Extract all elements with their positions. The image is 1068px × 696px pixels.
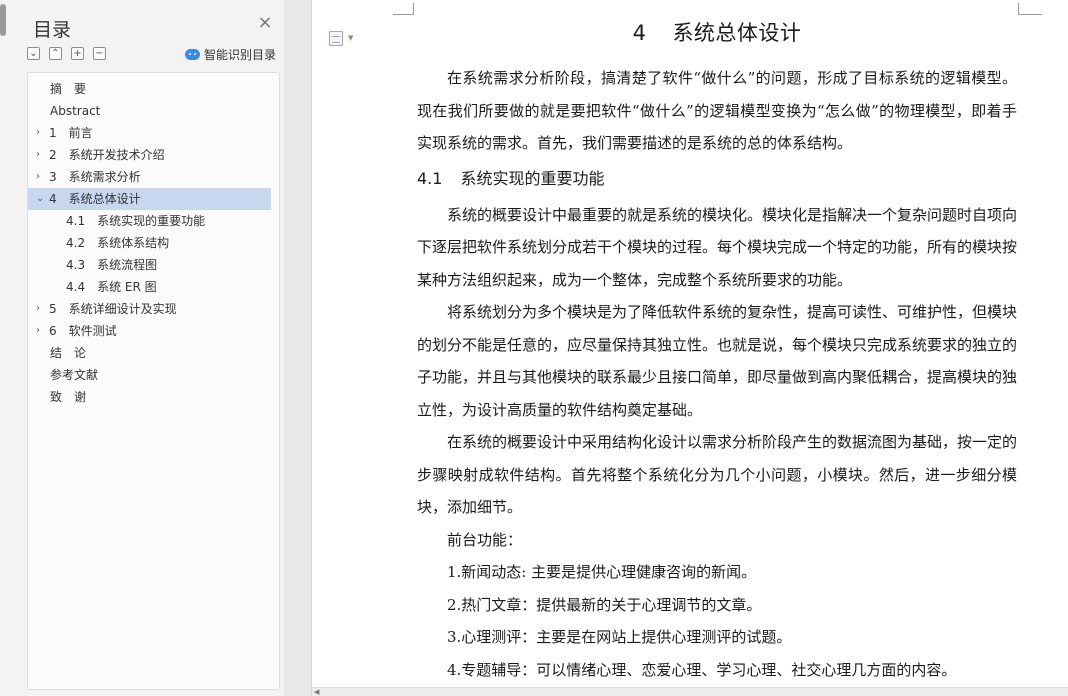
toc-item[interactable]: 4.3 系统流程图 (28, 254, 279, 276)
toc-item-label: Abstract (50, 104, 101, 118)
list-item[interactable]: 3.心理测评：主要是在网站上提供心理测评的试题。 (417, 621, 1017, 654)
toc-item-label: 2 系统开发技术介绍 (49, 148, 165, 162)
paragraph-module-division[interactable]: 将系统划分为多个模块是为了降低软件系统的复杂性，提高可读性、可维护性，但模块的划… (417, 296, 1017, 426)
document-menu-icon[interactable] (329, 31, 343, 46)
chevron-right-icon[interactable]: › (36, 320, 46, 342)
chevron-right-icon[interactable]: › (36, 298, 46, 320)
document-page: 4 系统总体设计 在系统需求分析阶段，搞清楚了软件“做什么”的问题，形成了目标系统… (311, 0, 1068, 696)
document-area: 4 系统总体设计 在系统需求分析阶段，搞清楚了软件“做什么”的问题，形成了目标系统… (292, 0, 1068, 696)
add-heading-button[interactable]: + (71, 47, 84, 60)
chevron-right-icon[interactable]: › (36, 144, 46, 166)
chapter-heading[interactable]: 4 系统总体设计 (417, 16, 1017, 52)
toc-toolbar: ⌄ ⌃ + − (27, 47, 106, 60)
toc-item[interactable]: › 3 系统需求分析 (28, 166, 279, 188)
toc-item-label: 4 系统总体设计 (49, 192, 141, 206)
toc-item-label: 结 论 (50, 346, 87, 360)
toc-item-label: 5 系统详细设计及实现 (49, 302, 177, 316)
toc-item[interactable]: › 5 系统详细设计及实现 (28, 298, 279, 320)
toc-item-label: 4.2 系统体系结构 (66, 236, 170, 250)
page-content: 4 系统总体设计 在系统需求分析阶段，搞清楚了软件“做什么”的问题，形成了目标系统… (417, 16, 1017, 686)
toc-item[interactable]: 4.4 系统 ER 图 (28, 276, 279, 298)
chapter-title: 系统总体设计 (672, 21, 802, 45)
toc-item-label: 4.3 系统流程图 (66, 258, 158, 272)
list-item[interactable]: 4.专题辅导：可以情绪心理、恋爱心理、学习心理、社交心理几方面的内容。 (417, 654, 1017, 687)
caret-down-icon[interactable]: ▼ (348, 34, 353, 42)
toc-panel-edge (284, 0, 292, 696)
scroll-left-arrow-icon[interactable]: ◀ (314, 688, 319, 696)
toc-list: 摘 要 Abstract › 1 前言 › 2 系统开发技术介绍 › 3 系统需求分析 ⌄ 4 系… (28, 78, 279, 408)
toc-tree: 摘 要 Abstract › 1 前言 › 2 系统开发技术介绍 › 3 系统需求分析 ⌄ 4 系… (27, 72, 280, 690)
paragraph-modularization[interactable]: 系统的概要设计中最重要的就是系统的模块化。模块化是指解决一个复杂问题时自项向下逐… (417, 199, 1017, 297)
toc-item[interactable]: Abstract (28, 100, 279, 122)
intro-paragraph[interactable]: 在系统需求分析阶段，搞清楚了软件“做什么”的问题，形成了目标系统的逻辑模型。现在… (417, 62, 1017, 160)
expand-all-button[interactable]: ⌄ (27, 47, 40, 60)
toc-item[interactable]: › 6 软件测试 (28, 320, 279, 342)
section-title: 系统实现的重要功能 (460, 168, 605, 188)
smart-toc-label: 智能识别目录 (204, 48, 277, 62)
toc-item-label: 6 软件测试 (49, 324, 117, 338)
toc-item-label: 摘 要 (50, 82, 87, 96)
chapter-number: 4 (632, 21, 647, 45)
section-number: 4.1 (417, 168, 443, 188)
chevron-right-icon[interactable]: › (36, 122, 46, 144)
toc-item[interactable]: 结 论 (28, 342, 279, 364)
toc-item[interactable]: 致 谢 (28, 386, 279, 408)
toc-item[interactable]: 4.2 系统体系结构 (28, 232, 279, 254)
ai-cloud-icon (185, 49, 200, 60)
toc-item-label: 3 系统需求分析 (49, 170, 141, 184)
toc-item[interactable]: 4.1 系统实现的重要功能 (28, 210, 279, 232)
toc-item[interactable]: 摘 要 (28, 78, 279, 100)
section-heading[interactable]: 4.1 系统实现的重要功能 (417, 163, 1017, 195)
toc-item-label: 1 前言 (49, 126, 93, 140)
smart-toc-button[interactable]: 智能识别目录 (185, 46, 276, 63)
toc-item-label: 4.4 系统 ER 图 (66, 280, 157, 294)
toc-item[interactable]: ⌄ 4 系统总体设计 (28, 188, 271, 210)
horizontal-scrollbar[interactable]: ◀ (312, 687, 1068, 696)
toc-item-label: 致 谢 (50, 390, 87, 404)
collapse-all-button[interactable]: ⌃ (49, 47, 62, 60)
toc-item[interactable]: › 2 系统开发技术介绍 (28, 144, 279, 166)
close-icon[interactable]: × (257, 14, 273, 32)
toc-item[interactable]: › 1 前言 (28, 122, 279, 144)
toc-title: 目录 (33, 19, 72, 41)
panel-resize-grip[interactable] (0, 4, 6, 36)
list-item[interactable]: 2.热门文章：提供最新的关于心理调节的文章。 (417, 589, 1017, 622)
chevron-right-icon[interactable]: › (36, 166, 46, 188)
paragraph-structured-design[interactable]: 在系统的概要设计中采用结构化设计以需求分析阶段产生的数据流图为基础，按一定的步骤… (417, 426, 1017, 524)
crop-mark-left (393, 3, 414, 15)
toc-item[interactable]: 参考文献 (28, 364, 279, 386)
list-item[interactable]: 1.新闻动态: 主要是提供心理健康咨询的新闻。 (417, 556, 1017, 589)
toc-item-label: 4.1 系统实现的重要功能 (66, 214, 206, 228)
crop-mark-right (1018, 3, 1042, 15)
toc-panel: 目录 × ⌄ ⌃ + − 智能识别目录 摘 要 Abstract › 1 前言 › 2 系… (0, 0, 292, 696)
remove-heading-button[interactable]: − (93, 47, 106, 60)
frontend-functions-heading[interactable]: 前台功能： (417, 524, 1017, 557)
toc-item-label: 参考文献 (50, 368, 99, 382)
chevron-down-icon[interactable]: ⌄ (36, 188, 46, 210)
